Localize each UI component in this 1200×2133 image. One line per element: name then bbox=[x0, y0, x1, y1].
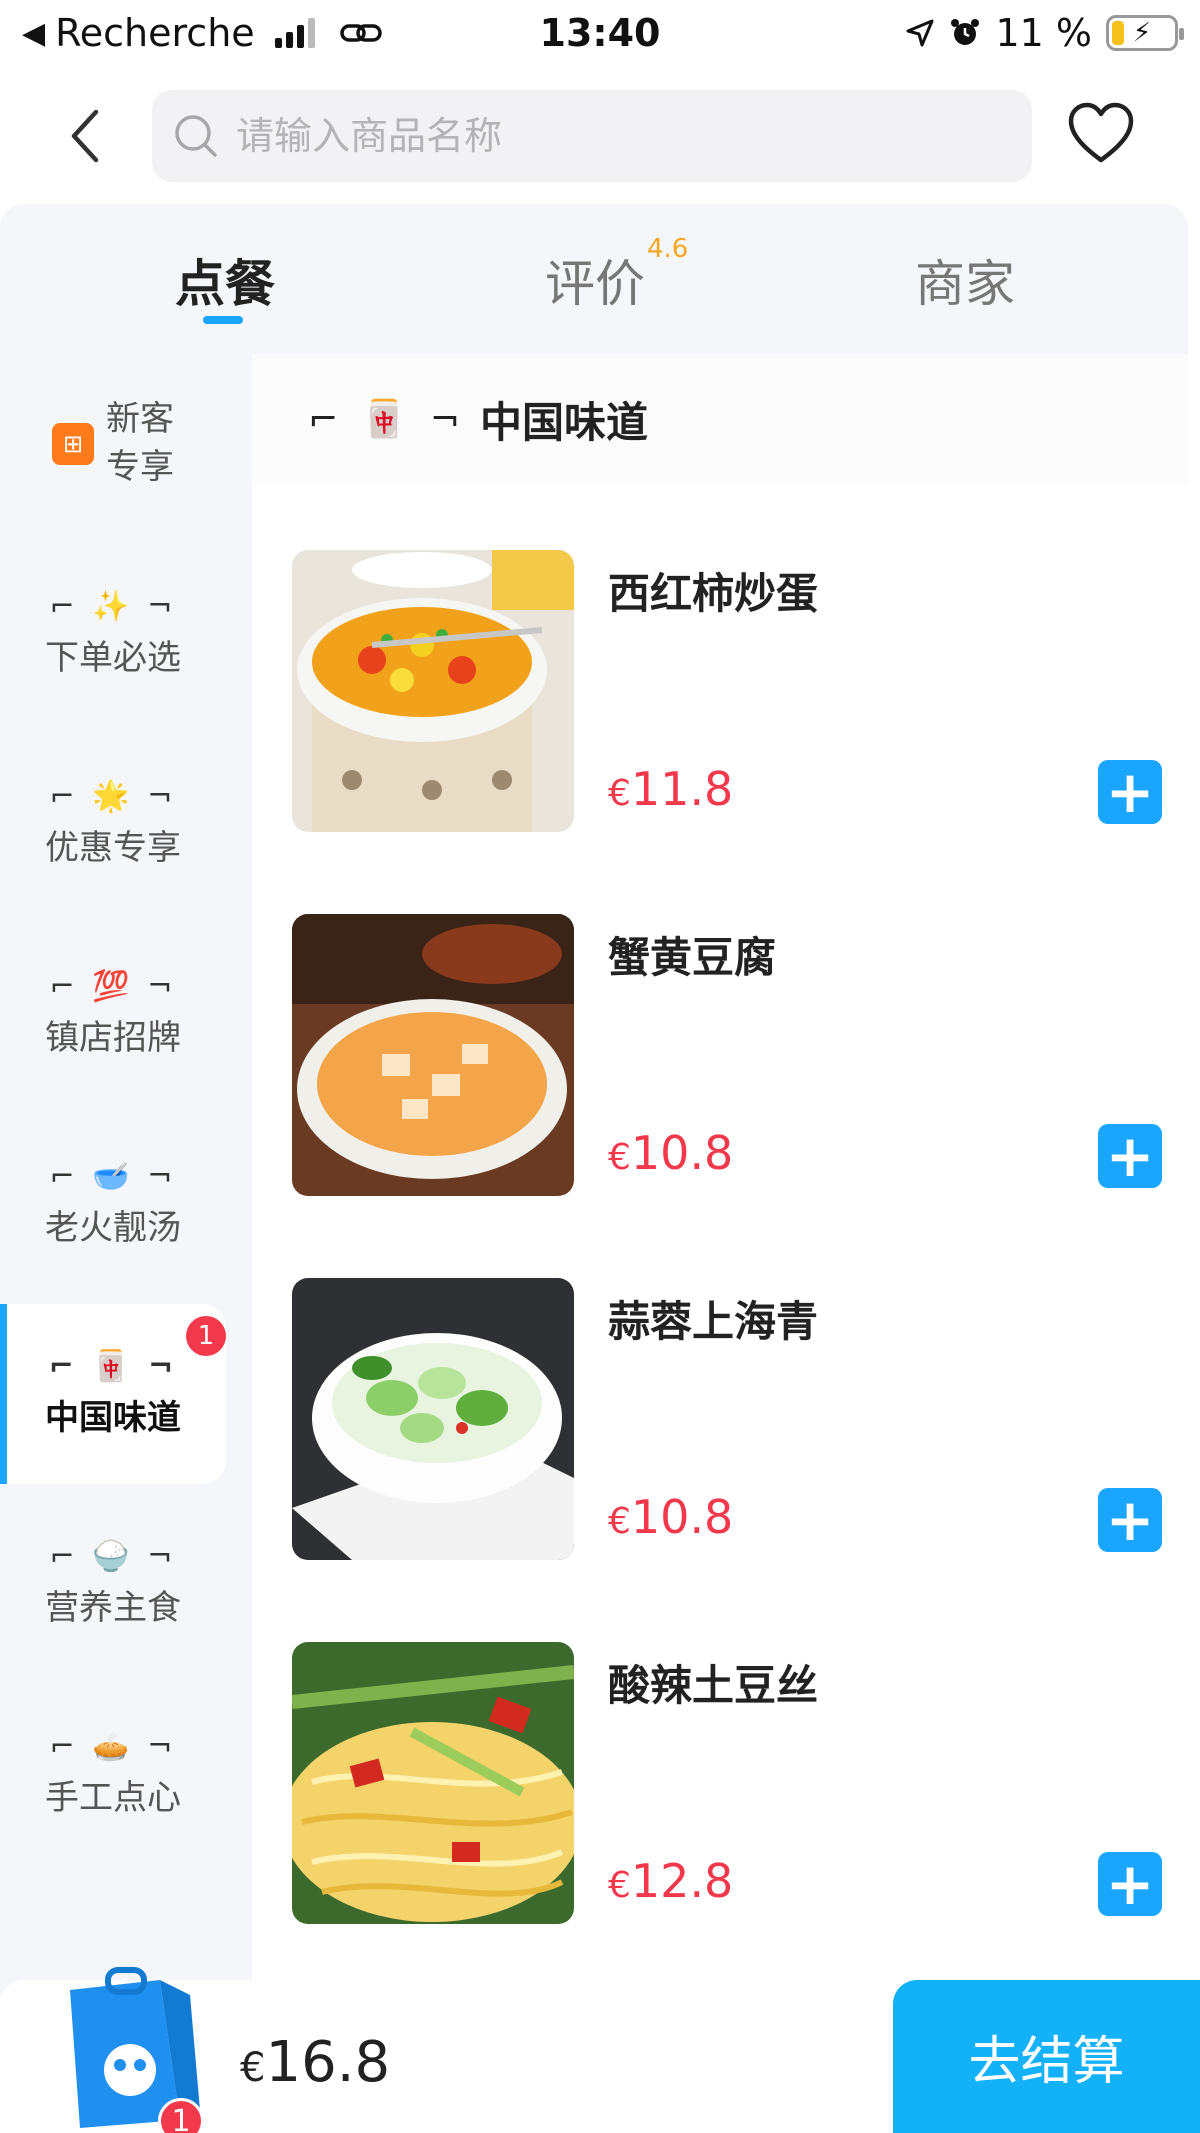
product-image-crab-tofu[interactable] bbox=[292, 914, 574, 1196]
sidebar-item-dim-sum[interactable]: ⌐ 🥧 ¬ 手工点心 bbox=[0, 1684, 226, 1864]
product-item[interactable]: 蟹黄豆腐 €10.8 + bbox=[292, 914, 1162, 1196]
product-price: €12.8 bbox=[608, 1854, 734, 1908]
add-to-cart-button[interactable]: + bbox=[1098, 1852, 1162, 1916]
product-name: 蒜蓉上海青 bbox=[608, 1297, 819, 1346]
battery-percent: 11 % bbox=[995, 11, 1092, 55]
back-arrow-icon[interactable]: ◀ bbox=[22, 16, 45, 51]
sidebar-item-label: 中国味道 bbox=[45, 1398, 181, 1438]
plus-icon: + bbox=[1105, 758, 1155, 826]
hundred-icon: ⌐ 💯 ¬ bbox=[49, 969, 177, 1004]
search-icon bbox=[175, 115, 217, 157]
sidebar-item-signature[interactable]: ⌐ 💯 ¬ 镇店招牌 bbox=[0, 924, 226, 1104]
product-item[interactable]: 蒜蓉上海青 €10.8 + bbox=[292, 1278, 1162, 1560]
product-item[interactable]: 西红柿炒蛋 €11.8 + bbox=[292, 550, 1162, 832]
category-count-badge: 1 bbox=[186, 1316, 226, 1356]
sidebar-item-chinese-flavor[interactable]: 1 ⌐ 🀄 ¬ 中国味道 bbox=[0, 1304, 226, 1484]
back-button[interactable] bbox=[0, 86, 110, 186]
product-price: €10.8 bbox=[608, 1126, 734, 1180]
product-price: €10.8 bbox=[608, 1490, 734, 1544]
rice-icon: ⌐ 🍚 ¬ bbox=[49, 1539, 177, 1574]
search-row bbox=[0, 86, 1200, 186]
tab-bar: 点餐 评价 4.6 商家 bbox=[0, 204, 1188, 354]
plus-icon: + bbox=[1105, 1122, 1155, 1190]
search-input[interactable] bbox=[236, 114, 996, 158]
product-name: 酸辣土豆丝 bbox=[608, 1661, 819, 1710]
search-bar[interactable] bbox=[152, 90, 1032, 182]
tab-reviews-label: 评价 bbox=[545, 255, 645, 313]
sidebar-item-label: 优惠专享 bbox=[45, 828, 181, 868]
plus-icon: + bbox=[1105, 1850, 1155, 1918]
pie-icon: ⌐ 🥧 ¬ bbox=[49, 1729, 177, 1764]
bowl-icon: ⌐ 🥣 ¬ bbox=[49, 1159, 177, 1194]
sidebar-item-label: 手工点心 bbox=[45, 1778, 181, 1818]
section-title: 中国味道 bbox=[480, 397, 649, 447]
checkout-button[interactable]: 去结算 bbox=[893, 1980, 1200, 2133]
favorite-button[interactable] bbox=[1066, 100, 1136, 170]
product-item[interactable]: 酸辣土豆丝 €12.8 + bbox=[292, 1642, 1162, 1924]
battery-icon: ⚡ bbox=[1106, 15, 1184, 51]
product-price: €11.8 bbox=[608, 762, 734, 816]
sidebar-item-label: 营养主食 bbox=[45, 1588, 181, 1628]
product-image-tomato-egg[interactable] bbox=[292, 550, 574, 832]
location-icon bbox=[906, 19, 934, 47]
sidebar-item-label: 新客 专享 bbox=[106, 399, 174, 487]
add-to-cart-button[interactable]: + bbox=[1098, 1124, 1162, 1188]
cart-bar: 1 €16.8 去结算 bbox=[0, 1967, 1200, 2133]
section-header: ⌐ 🀄 ¬ 中国味道 bbox=[252, 354, 1188, 484]
rating-badge: 4.6 bbox=[647, 234, 689, 264]
menu-panel: 点餐 评价 4.6 商家 ⊞ 新客 专享 ⌐ ✨ ¬ 下单必选 ⌐ 🌟 ¬ 优惠专享… bbox=[0, 204, 1188, 2133]
plus-icon: + bbox=[1105, 1486, 1155, 1554]
tab-reviews[interactable]: 评价 4.6 bbox=[545, 234, 688, 316]
alarm-icon bbox=[951, 19, 980, 45]
chevron-left-icon bbox=[71, 109, 99, 163]
mahjong-icon: ⌐ 🀄 ¬ bbox=[308, 399, 467, 440]
signal-icon bbox=[274, 18, 315, 48]
cart-total: €16.8 bbox=[240, 2030, 391, 2095]
product-name: 蟹黄豆腐 bbox=[608, 933, 777, 982]
heart-icon bbox=[1068, 102, 1134, 163]
gift-icon: ⊞ bbox=[52, 423, 94, 465]
tab-active-indicator bbox=[203, 316, 243, 324]
tab-merchant[interactable]: 商家 bbox=[915, 244, 1015, 316]
product-image-potato-shreds[interactable] bbox=[292, 1642, 574, 1924]
link-icon bbox=[339, 24, 382, 42]
tab-order-label: 点餐 bbox=[175, 255, 275, 313]
sidebar-item-new-customer[interactable]: ⊞ 新客 专享 bbox=[0, 354, 226, 534]
sidebar-item-staples[interactable]: ⌐ 🍚 ¬ 营养主食 bbox=[0, 1494, 226, 1674]
sidebar-item-label: 下单必选 bbox=[45, 638, 181, 678]
tab-order[interactable]: 点餐 bbox=[175, 244, 275, 316]
back-app-label[interactable]: Recherche bbox=[55, 11, 255, 55]
sidebar-item-label: 老火靓汤 bbox=[45, 1208, 181, 1248]
category-sidebar: ⊞ 新客 专享 ⌐ ✨ ¬ 下单必选 ⌐ 🌟 ¬ 优惠专享 ⌐ 💯 ¬ 镇店招牌 … bbox=[0, 354, 252, 2133]
sidebar-item-label: 镇店招牌 bbox=[45, 1018, 181, 1058]
add-to-cart-button[interactable]: + bbox=[1098, 760, 1162, 824]
tab-merchant-label: 商家 bbox=[915, 255, 1015, 313]
sparkles-icon: ⌐ ✨ ¬ bbox=[49, 589, 177, 624]
product-name: 西红柿炒蛋 bbox=[608, 569, 819, 618]
status-bar: ◀ Recherche 13:40 11 % ⚡ bbox=[0, 0, 1200, 66]
product-image-bok-choy[interactable] bbox=[292, 1278, 574, 1560]
sidebar-item-soup[interactable]: ⌐ 🥣 ¬ 老火靓汤 bbox=[0, 1114, 226, 1294]
product-list: ⌐ 🀄 ¬ 中国味道 西红柿炒蛋 €11.8 + 蟹黄豆腐 €10.8 + 蒜蓉… bbox=[252, 354, 1188, 2133]
sidebar-item-deals[interactable]: ⌐ 🌟 ¬ 优惠专享 bbox=[0, 734, 226, 914]
sidebar-item-must-order[interactable]: ⌐ ✨ ¬ 下单必选 bbox=[0, 544, 226, 724]
add-to-cart-button[interactable]: + bbox=[1098, 1488, 1162, 1552]
star-icon: ⌐ 🌟 ¬ bbox=[49, 779, 177, 814]
mahjong-icon: ⌐ 🀄 ¬ bbox=[48, 1349, 178, 1384]
